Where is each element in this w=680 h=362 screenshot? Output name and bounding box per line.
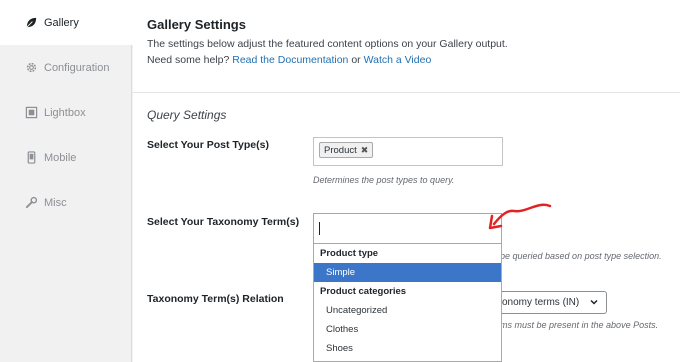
taxonomy-dropdown: Product type Simple Product categories U… (313, 244, 502, 362)
or-text: or (351, 54, 361, 66)
page-title: Gallery Settings (147, 17, 246, 32)
help-prefix: Need some help? (147, 54, 230, 66)
settings-sidebar: Gallery Configuration Lightbox Mobile Mi… (0, 0, 133, 362)
sidebar-item-configuration[interactable]: Configuration (0, 45, 131, 90)
chevron-down-icon (590, 299, 598, 305)
dropdown-option-uncategorized[interactable]: Uncategorized (314, 301, 501, 320)
gear-icon (24, 61, 38, 75)
help-line: Need some help? Read the Documentation o… (147, 54, 431, 66)
sidebar-item-lightbox[interactable]: Lightbox (0, 90, 131, 135)
dropdown-option-shoes[interactable]: Shoes (314, 339, 501, 358)
post-type-label: Select Your Post Type(s) (147, 139, 269, 151)
lightbox-icon (24, 106, 38, 120)
sidebar-item-mobile[interactable]: Mobile (0, 135, 131, 180)
leaf-icon (24, 16, 38, 30)
post-type-help: Determines the post types to query. (313, 175, 455, 185)
text-caret (319, 222, 320, 235)
relation-label: Taxonomy Term(s) Relation (147, 293, 284, 305)
chip-remove-icon[interactable]: ✖ (361, 145, 369, 156)
sidebar-item-label: Lightbox (44, 106, 86, 119)
mobile-icon (24, 151, 38, 165)
sidebar-item-label: Configuration (44, 61, 110, 74)
main-panel: Gallery Settings The settings below adju… (133, 0, 680, 362)
section-title: Query Settings (147, 108, 227, 122)
relation-help: ms must be present in the above Posts. (500, 320, 659, 330)
chip-label: Product (324, 144, 357, 156)
section-divider (133, 92, 680, 93)
post-type-chip: Product ✖ (319, 142, 374, 158)
taxonomy-help: be queried based on post type selection. (500, 251, 662, 261)
relation-select-value: onomy terms (IN) (502, 297, 580, 308)
taxonomy-search-input[interactable] (313, 213, 502, 244)
taxonomy-label: Select Your Taxonomy Term(s) (147, 216, 300, 228)
watch-video-link[interactable]: Watch a Video (364, 54, 432, 66)
post-type-select[interactable]: Product ✖ (313, 137, 503, 166)
wrench-icon (24, 196, 38, 210)
dropdown-option-simple[interactable]: Simple (314, 263, 501, 282)
sidebar-item-misc[interactable]: Misc (0, 180, 131, 225)
dropdown-option-clothes[interactable]: Clothes (314, 320, 501, 339)
sidebar-item-label: Mobile (44, 151, 77, 164)
sidebar-item-label: Gallery (44, 16, 79, 29)
sidebar-item-label: Misc (44, 196, 67, 209)
relation-select[interactable]: onomy terms (IN) (491, 291, 607, 314)
dropdown-group-product-type: Product type (320, 248, 379, 259)
settings-description: The settings below adjust the featured c… (147, 38, 508, 50)
documentation-link[interactable]: Read the Documentation (232, 54, 348, 66)
annotation-arrow-icon (488, 203, 552, 230)
dropdown-group-product-categories: Product categories (320, 286, 407, 297)
sidebar-item-gallery[interactable]: Gallery (0, 0, 133, 45)
